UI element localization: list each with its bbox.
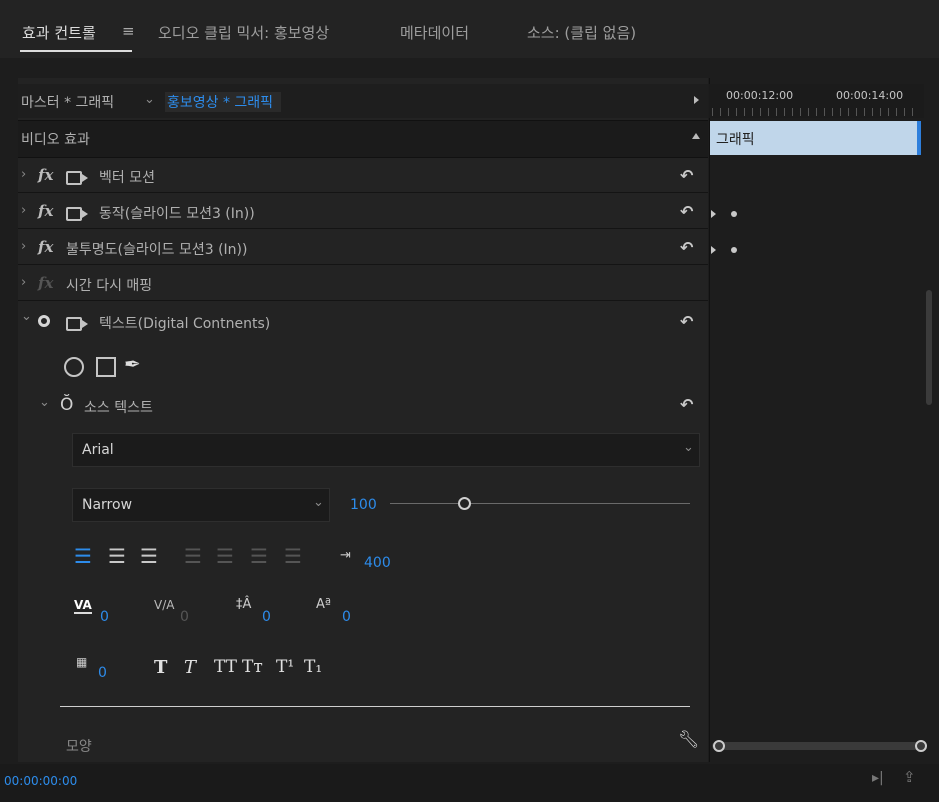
kerning-icon: VA	[74, 598, 92, 614]
horizontal-scrollbar[interactable]	[712, 742, 926, 750]
align-right-icon[interactable]: ☰	[140, 544, 158, 568]
pen-mask-icon[interactable]: ✒	[124, 352, 141, 376]
tab-width-icon: ⇥	[340, 548, 351, 563]
tsume-value[interactable]: 0	[98, 665, 107, 681]
transform-icon	[66, 207, 88, 221]
font-size-slider-knob[interactable]	[458, 497, 471, 510]
keyframe-icon[interactable]	[731, 211, 737, 217]
font-size-value[interactable]: 100	[350, 497, 377, 513]
show-timeline-icon[interactable]	[694, 96, 699, 104]
transform-icon	[66, 317, 88, 331]
ruler-time-label: 00:00:14:00	[836, 89, 904, 102]
tsume-icon: ▦	[76, 655, 88, 669]
stopwatch-icon[interactable]: Ŏ	[60, 395, 73, 415]
scroll-handle-right[interactable]	[915, 740, 927, 752]
leading-icon: ‡Â	[236, 597, 252, 612]
visibility-icon[interactable]	[38, 315, 50, 327]
keyframe-nav-icon[interactable]	[711, 210, 716, 218]
effect-label: 동작(슬라이드 모션3 (In))	[99, 206, 255, 222]
font-family-dropdown[interactable]	[72, 433, 700, 467]
source-text-label: 소스 텍스트	[84, 400, 153, 416]
active-tab-underline	[20, 50, 132, 52]
align-left-icon[interactable]: ☰	[74, 544, 92, 568]
chevron-down-icon[interactable]: ⌄	[39, 395, 50, 410]
justify-all-icon: ☰	[284, 544, 302, 568]
chevron-down-icon[interactable]: ⌄	[21, 309, 32, 324]
video-effects-header	[18, 120, 708, 158]
all-caps-button[interactable]: TT	[214, 657, 237, 677]
keyframe-icon[interactable]	[731, 247, 737, 253]
chevron-down-icon: ⌄	[683, 440, 694, 455]
effect-label: 벡터 모션	[99, 170, 155, 186]
reset-icon[interactable]: ↶	[680, 312, 693, 331]
tracking-value[interactable]: 0	[180, 609, 189, 625]
tab-metadata[interactable]: 메타데이터	[400, 22, 469, 43]
collapse-icon[interactable]	[692, 133, 700, 139]
justify-center-icon: ☰	[216, 544, 234, 568]
superscript-button[interactable]: T¹	[276, 657, 294, 677]
effect-label: 시간 다시 매핑	[66, 278, 153, 294]
sequence-clip-label[interactable]: 홍보영상 * 그래픽	[165, 92, 282, 112]
fx-icon[interactable]: fx	[38, 166, 53, 184]
clip-label: 그래픽	[716, 132, 755, 148]
chevron-right-icon[interactable]: ›	[21, 167, 26, 182]
tab-audio-clip-mixer[interactable]: 오디오 클립 믹서: 홍보영상	[158, 22, 329, 43]
leading-value[interactable]: 0	[262, 609, 271, 625]
effect-timeline-panel	[709, 78, 925, 762]
tracking-icon: V/A	[154, 598, 175, 612]
baseline-shift-value[interactable]: 0	[342, 609, 351, 625]
panel-tab-bar	[0, 0, 939, 58]
ellipse-mask-icon[interactable]	[64, 357, 84, 377]
appearance-label: 모양	[66, 739, 92, 755]
reset-icon[interactable]: ↶	[680, 166, 693, 185]
faux-italic-button[interactable]: T	[184, 657, 196, 678]
chevron-down-icon[interactable]: ⌄	[144, 92, 155, 107]
filter-playback-icon[interactable]: ▸|	[872, 770, 884, 786]
ruler-time-label: 00:00:12:00	[726, 89, 794, 102]
current-timecode[interactable]: 00:00:00:00	[4, 774, 77, 788]
fx-icon[interactable]: fx	[38, 274, 53, 292]
fx-icon[interactable]: fx	[38, 238, 53, 256]
keyframe-nav-icon[interactable]	[711, 246, 716, 254]
effect-label: 불투명도(슬라이드 모션3 (In))	[66, 242, 248, 258]
font-family-value: Arial	[82, 442, 114, 458]
clip-out-edge[interactable]	[917, 121, 921, 155]
divider	[60, 706, 690, 707]
subscript-button[interactable]: T₁	[304, 657, 322, 677]
chevron-right-icon[interactable]: ›	[21, 239, 26, 254]
bottom-status-bar	[0, 764, 939, 802]
rectangle-mask-icon[interactable]	[96, 357, 116, 377]
kerning-value[interactable]: 0	[100, 609, 109, 625]
panel-menu-icon[interactable]: ≡	[122, 22, 135, 40]
small-caps-button[interactable]: Tт	[242, 657, 263, 677]
baseline-shift-icon: Aª	[316, 597, 332, 612]
wrench-icon[interactable]: 🔧︎	[678, 730, 700, 750]
ruler-ticks	[712, 108, 920, 116]
font-size-slider-track[interactable]	[390, 503, 690, 504]
export-icon[interactable]: ⇪	[903, 768, 916, 786]
vertical-scrollbar[interactable]	[926, 290, 932, 405]
faux-bold-button[interactable]: T	[154, 657, 167, 678]
section-title: 비디오 효과	[21, 132, 90, 148]
font-style-value: Narrow	[82, 497, 133, 513]
tab-effect-controls[interactable]: 효과 컨트롤	[22, 22, 96, 43]
transform-icon	[66, 171, 88, 185]
chevron-right-icon[interactable]: ›	[21, 203, 26, 218]
chevron-right-icon[interactable]: ›	[21, 275, 26, 290]
clip-selector-row	[18, 84, 708, 118]
master-clip-label[interactable]: 마스터 * 그래픽	[21, 92, 114, 112]
reset-icon[interactable]: ↶	[680, 238, 693, 257]
reset-icon[interactable]: ↶	[680, 202, 693, 221]
justify-right-icon: ☰	[250, 544, 268, 568]
effect-label: 텍스트(Digital Contnents)	[99, 316, 271, 332]
align-center-icon[interactable]: ☰	[108, 544, 126, 568]
justify-left-icon: ☰	[184, 544, 202, 568]
reset-icon[interactable]: ↶	[680, 395, 693, 414]
fx-icon[interactable]: fx	[38, 202, 53, 220]
tab-source[interactable]: 소스: (클립 없음)	[527, 22, 636, 43]
tab-width-value[interactable]: 400	[364, 555, 391, 571]
chevron-down-icon: ⌄	[313, 495, 324, 510]
scroll-handle-left[interactable]	[713, 740, 725, 752]
